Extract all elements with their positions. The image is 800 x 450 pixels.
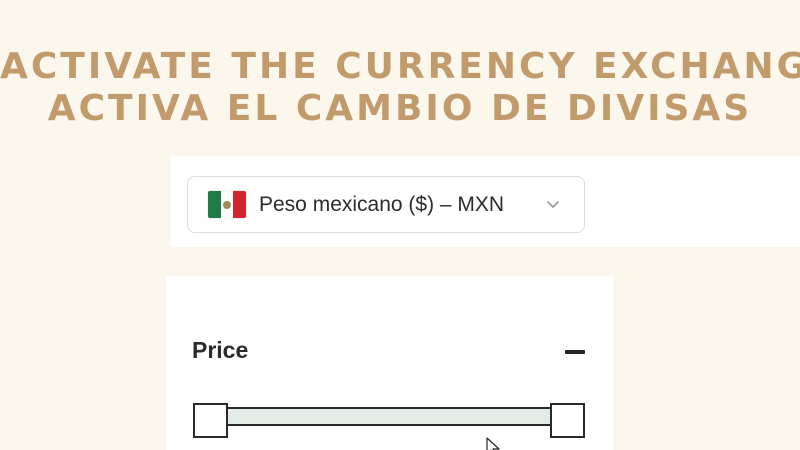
currency-panel: Peso mexicano ($) – MXN — [171, 156, 800, 247]
selected-currency-label: Peso mexicano ($) – MXN — [259, 192, 505, 216]
price-range-max-handle[interactable] — [550, 403, 585, 438]
chevron-down-icon[interactable] — [546, 197, 560, 211]
minus-icon — [565, 350, 585, 354]
headline-english: ACTIVATE THE CURRENCY EXCHANGE — [0, 46, 800, 87]
price-filter-title: Price — [192, 337, 249, 363]
mexico-flag-icon — [208, 191, 246, 218]
price-range-track[interactable] — [206, 407, 568, 426]
price-filter-panel: Price — [166, 276, 613, 450]
flag-red-band — [233, 191, 246, 218]
flag-green-band — [208, 191, 221, 218]
headline-spanish: ACTIVA EL CAMBIO DE DIVISAS — [47, 88, 753, 129]
collapse-toggle-button[interactable] — [562, 340, 588, 364]
promo-headline: ACTIVATE THE CURRENCY EXCHANGE ACTIVA EL… — [0, 46, 800, 130]
currency-selector[interactable]: Peso mexicano ($) – MXN — [187, 176, 585, 233]
flag-emblem — [223, 200, 231, 209]
flag-white-band — [220, 191, 234, 218]
price-range-min-handle[interactable] — [193, 403, 228, 438]
